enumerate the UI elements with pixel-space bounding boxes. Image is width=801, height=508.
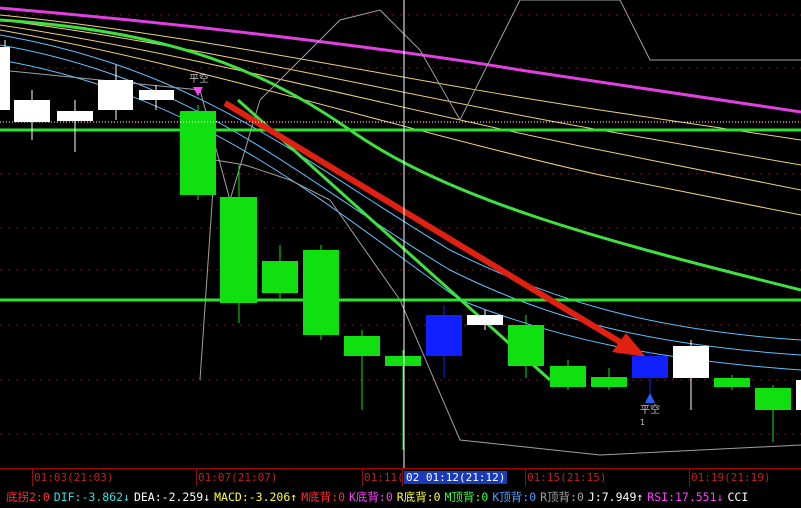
axis-label-5: 01:19(21:19): [691, 471, 771, 484]
crosshair: [0, 0, 801, 468]
candle-9: [344, 336, 380, 356]
signal-label-2: 1: [640, 418, 645, 427]
candle-12: [467, 315, 503, 325]
candle-19: [755, 388, 791, 410]
axis-tick-1: [196, 469, 197, 487]
trend-arrow-shaft: [223, 100, 632, 351]
price-chart[interactable]: 平空平空1: [0, 0, 801, 468]
indicator-1: DIF:-3.862↓: [53, 490, 130, 504]
indicator-3: MACD:-3.206↑: [214, 490, 298, 504]
candle-14: [550, 366, 586, 387]
time-axis: 01:03(21:03) 01:07(21:07) 01:11(02 01:12(2…: [0, 468, 801, 487]
indicator-6: R底背:0: [396, 490, 441, 504]
trend-arrow-head: [612, 333, 646, 357]
candle-7: [262, 261, 298, 293]
indicator-5: K底背:0: [349, 490, 393, 504]
candle-6: [220, 197, 257, 303]
indicator-12: CCI: [727, 490, 749, 504]
indicator-2: DEA:-2.259↓: [133, 490, 211, 504]
indicator-7: M顶背:0: [444, 490, 489, 504]
candle-20: [796, 380, 801, 410]
candle-16: [632, 356, 668, 378]
candle-17: [673, 346, 709, 378]
indicator-4: M底背:0: [301, 490, 345, 504]
candle-11: [426, 315, 462, 356]
candle-5: [180, 111, 216, 195]
axis-tick-5: [689, 469, 690, 487]
axis-tick-0: [32, 469, 33, 487]
candle-1: [14, 100, 50, 122]
candle-8: [303, 250, 339, 335]
axis-label-1: 01:07(21:07): [198, 471, 278, 484]
signal-label-1: 平空: [640, 403, 660, 416]
indicator-9: R顶背:0: [540, 490, 584, 504]
indicator-0: 底拐2:0: [6, 490, 50, 504]
indicator-8: K顶背:0: [492, 490, 537, 504]
reference-lines: [0, 128, 801, 302]
axis-tick-2: [362, 469, 363, 487]
buy-signal-icon: [645, 393, 655, 403]
candle-13: [508, 325, 544, 366]
candle-3: [98, 80, 133, 110]
axis-label-4: 01:15(21:15): [527, 471, 607, 484]
signal-label-0: 平空: [189, 72, 209, 85]
axis-label-0: 01:03(21:03): [34, 471, 114, 484]
candle-4: [139, 90, 174, 100]
candle-10: [385, 356, 421, 366]
candle-18: [714, 378, 750, 387]
candle-15: [591, 377, 627, 387]
axis-tick-4: [525, 469, 526, 487]
axis-label-3: 02 01:12(21:12): [404, 471, 508, 484]
axis-label-2: 01:11(: [364, 471, 404, 484]
candle-0: [0, 47, 10, 110]
candle-2: [57, 111, 93, 121]
indicator-11: RSI:17.551↓: [647, 490, 724, 504]
axis-tick-3: [402, 469, 403, 487]
indicator-status-bar: 底拐2:0 DIF:-3.862↓ DEA:-2.259↓ MACD:-3.206↑ M…: [0, 486, 801, 508]
indicator-10: J:7.949↑: [587, 490, 644, 504]
